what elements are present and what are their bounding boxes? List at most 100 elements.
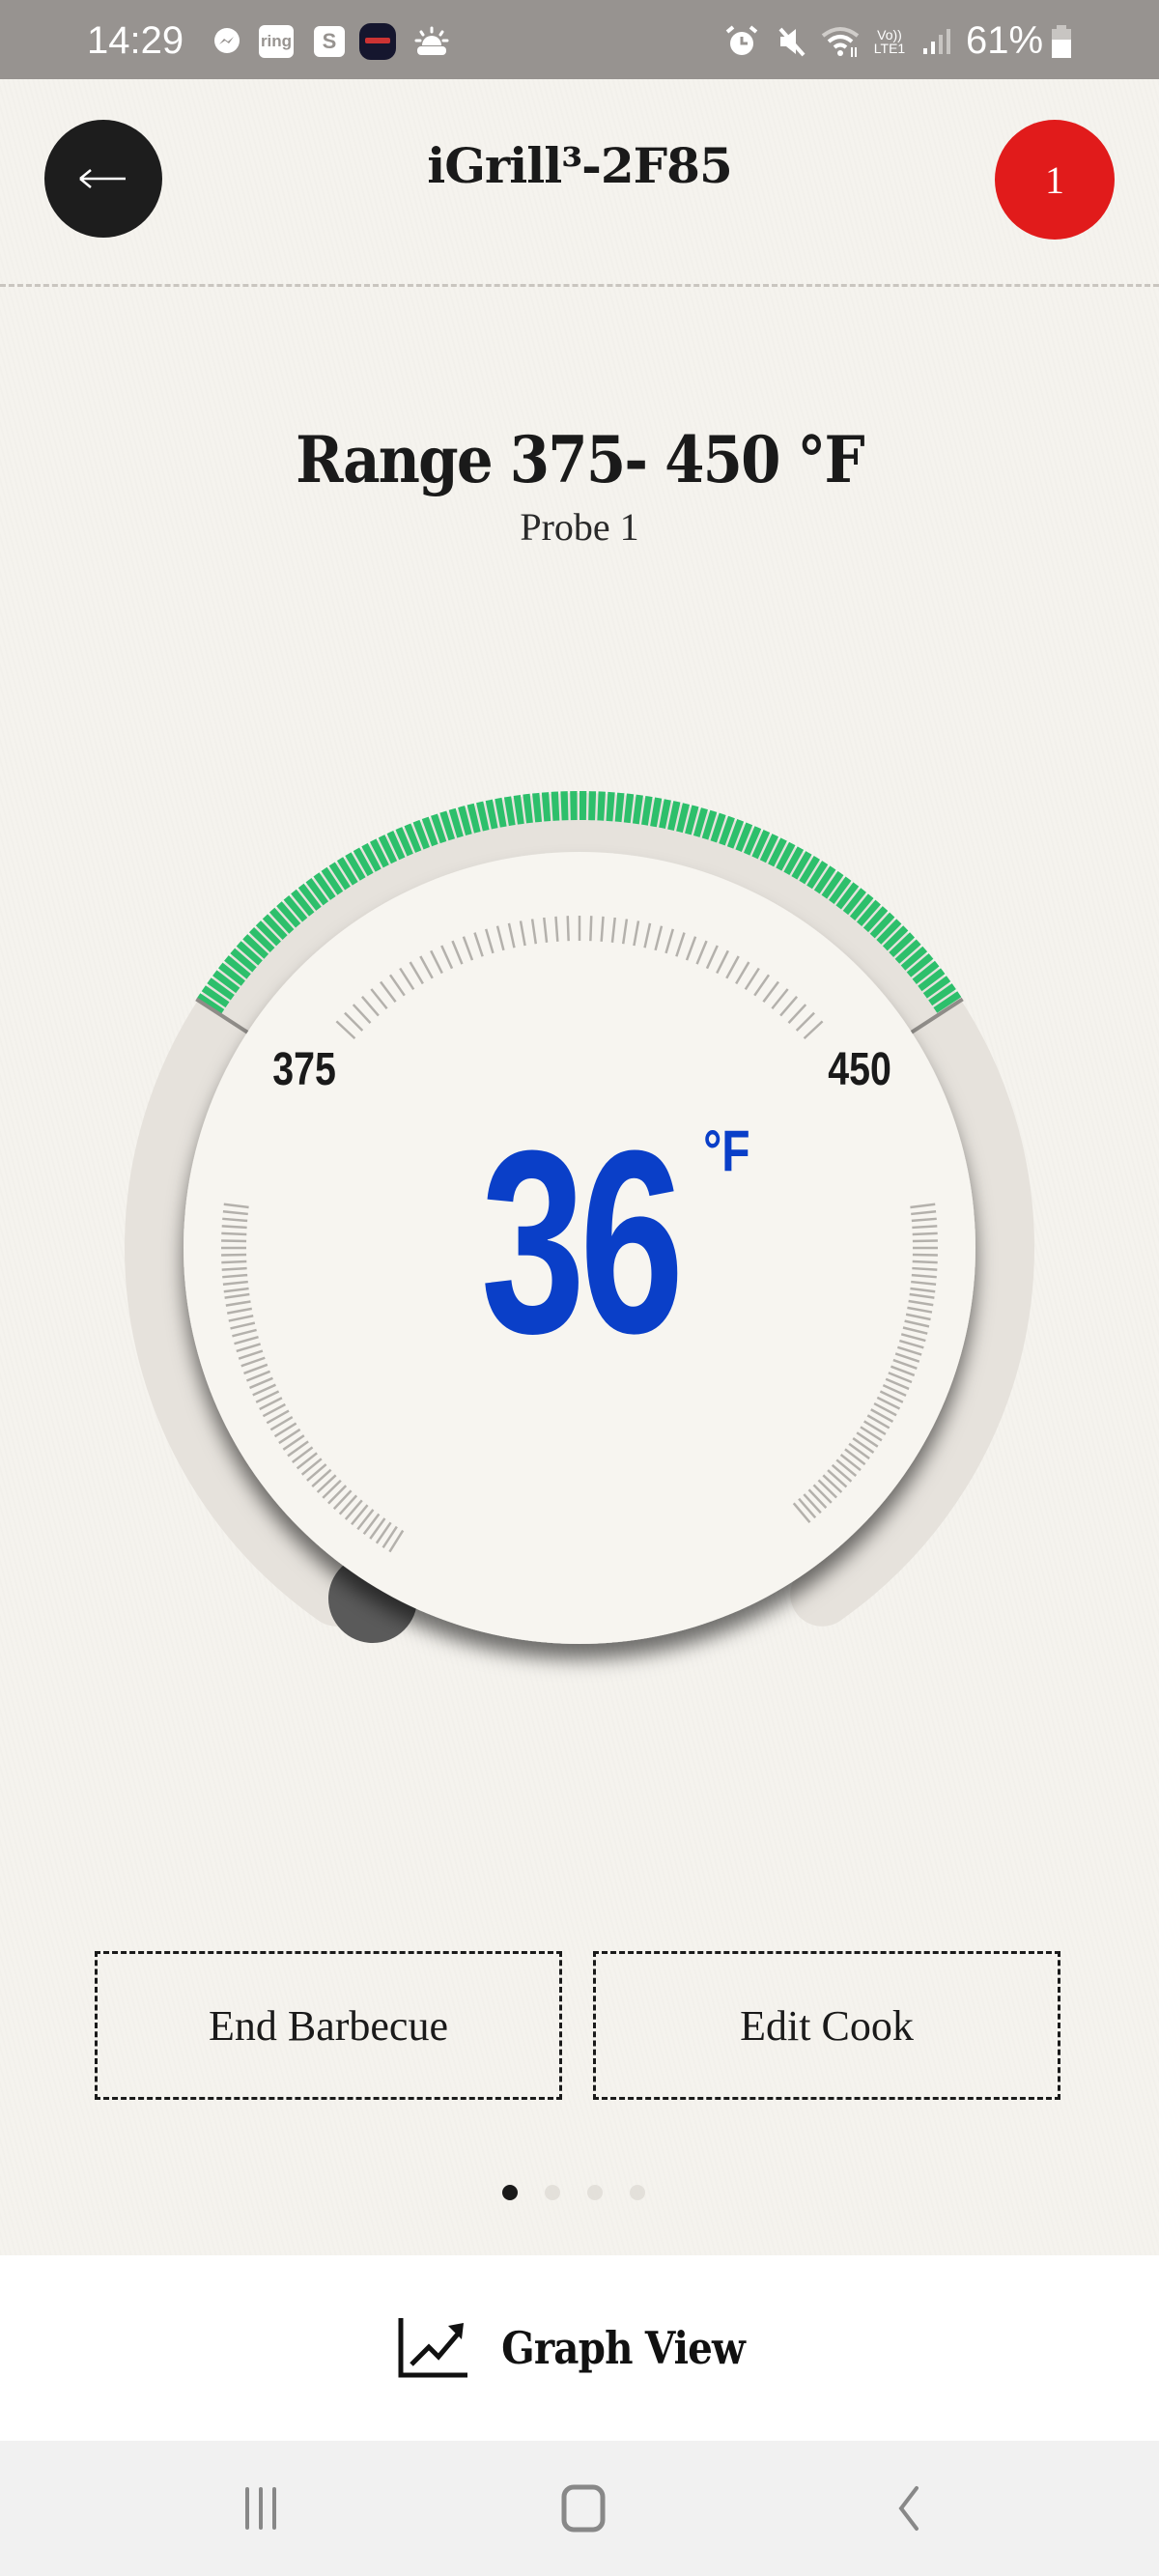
- page-dot[interactable]: [630, 2185, 645, 2200]
- target-arc-segment: [269, 907, 295, 934]
- range-low-label: 375: [272, 1044, 336, 1095]
- target-arc-segment: [212, 970, 240, 994]
- target-arc-segment: [386, 831, 406, 861]
- recents-icon: [245, 2487, 276, 2530]
- page-dot[interactable]: [587, 2185, 603, 2200]
- target-arc-segment: [242, 934, 269, 959]
- target-arc-segment: [806, 861, 829, 890]
- graph-trend-icon: [398, 2318, 467, 2378]
- target-arc-segment: [431, 813, 447, 844]
- target-arc-segment: [412, 819, 430, 850]
- target-arc-segment: [230, 948, 257, 973]
- target-arc-segment: [667, 801, 681, 831]
- target-arc-segment: [889, 932, 916, 958]
- range-high-label: 450: [828, 1044, 891, 1095]
- recents-button[interactable]: [203, 2470, 319, 2547]
- dial-tick: [912, 1239, 938, 1243]
- target-arc-segment: [650, 797, 663, 828]
- target-arc-segment: [701, 809, 718, 840]
- target-arc-segment: [283, 894, 308, 922]
- target-arc-segment: [623, 793, 635, 824]
- target-arc-segment: [207, 977, 235, 1001]
- status-bar: 14:29 ring S Vo)) LTE1 61%: [0, 0, 1159, 79]
- target-arc-segment: [783, 846, 805, 876]
- target-arc-segment: [458, 806, 472, 835]
- home-button[interactable]: [525, 2470, 641, 2547]
- target-arc-segment: [321, 866, 344, 895]
- target-arc-segment: [255, 920, 281, 947]
- status-time: 14:29: [87, 19, 184, 62]
- target-arc-segment: [922, 976, 951, 999]
- target-arc-segment: [813, 865, 836, 894]
- back-nav-button[interactable]: [850, 2470, 966, 2547]
- target-arc-segment: [439, 810, 456, 841]
- target-arc-segment: [641, 795, 653, 826]
- target-arc-segment: [404, 823, 422, 853]
- target-arc-segment: [835, 882, 860, 910]
- target-arc-segment: [345, 852, 366, 881]
- target-arc-segment: [900, 946, 928, 971]
- page-dot[interactable]: [502, 2185, 518, 2200]
- s-app-icon: S: [313, 26, 346, 57]
- dial-tick: [912, 1231, 938, 1236]
- mute-icon: [773, 27, 811, 57]
- target-arc-segment: [614, 792, 625, 823]
- end-barbecue-button[interactable]: End Barbecue: [95, 1951, 562, 2100]
- ring-icon-label: ring: [259, 25, 294, 58]
- dial-tick: [221, 1253, 247, 1257]
- page-indicator: [502, 2185, 657, 2204]
- current-temp-value: 36: [480, 1097, 684, 1388]
- edit-cook-button[interactable]: Edit Cook: [593, 1951, 1060, 2100]
- target-arc-segment: [248, 927, 275, 953]
- dial-tick: [589, 916, 593, 942]
- target-arc-segment: [876, 919, 902, 945]
- target-arc-segment: [776, 841, 796, 871]
- target-arc-segment: [759, 834, 779, 863]
- battery-percent: 61%: [966, 19, 1044, 62]
- target-arc-segment: [918, 968, 946, 992]
- target-arc-segment: [495, 797, 507, 828]
- target-arc-segment: [201, 985, 230, 1008]
- graph-view-label: Graph View: [501, 2322, 746, 2374]
- target-arc-segment: [710, 812, 726, 843]
- target-arc-segment: [849, 893, 874, 921]
- target-arc-segment: [305, 877, 329, 906]
- target-arc-segment: [476, 801, 490, 832]
- target-arc-segment: [532, 792, 543, 823]
- target-arc-segment: [421, 816, 438, 847]
- current-temp-reading: 36 °F: [386, 1113, 773, 1373]
- target-arc-segment: [262, 914, 288, 941]
- target-arc-segment: [856, 899, 881, 927]
- target-arc-segment: [369, 838, 389, 868]
- ring-icon: ring: [259, 25, 294, 58]
- target-arc-segment: [313, 872, 336, 900]
- target-arc-segment: [799, 856, 820, 885]
- target-arc-segment: [726, 819, 745, 849]
- target-arc-segment: [353, 847, 374, 877]
- s-app-icon-label: S: [314, 26, 345, 57]
- target-arc-segment: [218, 962, 245, 986]
- target-arc-segment: [768, 837, 787, 867]
- graph-view-button[interactable]: Graph View: [0, 2255, 1159, 2441]
- target-arc-segment: [829, 876, 852, 904]
- target-arc-segment: [862, 906, 889, 933]
- target-arc-segment: [395, 827, 413, 857]
- app-screen: iGrill³-2F85 1 Range 375- 450 °F Probe 1…: [0, 79, 1159, 2255]
- dial-tick: [912, 1225, 938, 1230]
- target-arc-segment: [751, 830, 771, 860]
- home-icon: [561, 2484, 606, 2533]
- weather-sunrise-icon: [413, 26, 450, 56]
- target-arc-segment: [485, 799, 498, 830]
- target-arc-segment: [513, 794, 524, 825]
- target-arc-segment: [224, 955, 251, 979]
- dial-tick: [221, 1239, 247, 1243]
- battery-icon: [1049, 25, 1074, 58]
- wifi-icon: [821, 27, 863, 57]
- dial-tick: [221, 1231, 247, 1236]
- system-nav-bar: [0, 2441, 1159, 2576]
- dial-tick: [566, 916, 570, 942]
- page-dot[interactable]: [545, 2185, 560, 2200]
- volte-lte-icon: Vo)) LTE1: [873, 27, 906, 56]
- target-arc-segment: [297, 883, 322, 911]
- target-arc-segment: [842, 888, 866, 916]
